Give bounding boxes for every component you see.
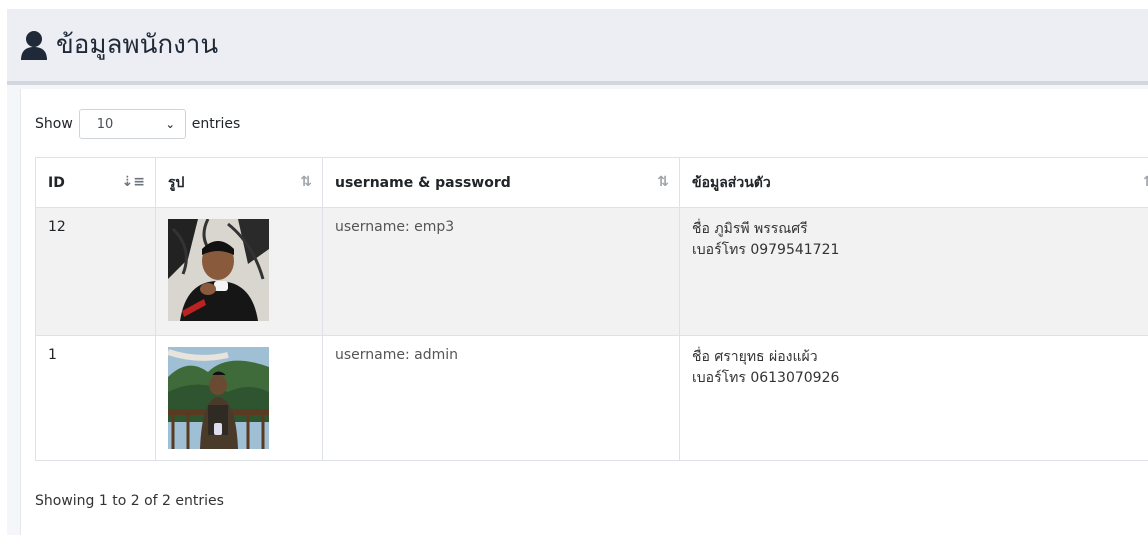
column-header-username-password[interactable]: username & password ⇅	[322, 157, 680, 208]
chevron-down-icon: ⌄	[165, 117, 175, 131]
column-header-photo[interactable]: รูป ⇅	[155, 157, 323, 208]
entries-length-control: Show 10 ⌄ entries	[35, 109, 240, 139]
entries-select[interactable]: 10 ⌄	[78, 109, 186, 139]
employee-phone: เบอร์โทร 0979541721	[692, 242, 840, 258]
sort-icon: ⇅	[1143, 174, 1148, 190]
table-row: 12 username: emp3 ชื่อ ภูมิรพี พรรณศรี เ…	[35, 207, 1148, 336]
employee-card: Show 10 ⌄ entries ID ⇣≡ รูป ⇅ username &…	[20, 89, 1148, 535]
employee-name: ชื่อ ศรายุทธ ผ่องแผ้ว	[692, 349, 818, 365]
employee-photo	[168, 347, 269, 449]
table-header-row: ID ⇣≡ รูป ⇅ username & password ⇅ ข้อมูล…	[35, 157, 1148, 208]
table-row: 1 username: admin ชื่อ ศรายุทธ ผ่องแผ้ว …	[35, 335, 1148, 461]
sort-icon: ⇅	[657, 174, 669, 190]
sort-desc-icon: ⇣≡	[121, 174, 145, 190]
cell-id: 12	[35, 207, 156, 336]
employee-table: ID ⇣≡ รูป ⇅ username & password ⇅ ข้อมูล…	[35, 157, 1148, 461]
sort-icon: ⇅	[300, 174, 312, 190]
employee-name: ชื่อ ภูมิรพี พรรณศรี	[692, 221, 808, 237]
show-label: Show	[35, 116, 73, 132]
cell-id: 1	[35, 335, 156, 461]
column-header-personal-info[interactable]: ข้อมูลส่วนตัว ⇅	[679, 157, 1148, 208]
cell-username: username: admin	[322, 335, 680, 461]
cell-personal-info: ชื่อ ศรายุทธ ผ่องแผ้ว เบอร์โทร 061307092…	[679, 335, 1148, 461]
cell-photo	[155, 207, 323, 336]
entries-label: entries	[191, 116, 241, 132]
employee-phone: เบอร์โทร 0613070926	[692, 370, 840, 386]
cell-username: username: emp3	[322, 207, 680, 336]
column-header-id[interactable]: ID ⇣≡	[35, 157, 156, 208]
cell-personal-info: ชื่อ ภูมิรพี พรรณศรี เบอร์โทร 0979541721	[679, 207, 1148, 336]
entries-select-value: 10	[96, 116, 114, 132]
cell-photo	[155, 335, 323, 461]
content-wrapper: ข้อมูลพนักงาน Show 10 ⌄ entries ID ⇣≡ รู…	[7, 9, 1148, 535]
user-icon	[21, 31, 47, 60]
page-title: ข้อมูลพนักงาน	[18, 29, 218, 61]
employee-photo	[168, 219, 269, 321]
page-header: ข้อมูลพนักงาน	[7, 9, 1148, 85]
page-title-text: ข้อมูลพนักงาน	[56, 30, 219, 60]
table-info: Showing 1 to 2 of 2 entries	[35, 493, 224, 509]
